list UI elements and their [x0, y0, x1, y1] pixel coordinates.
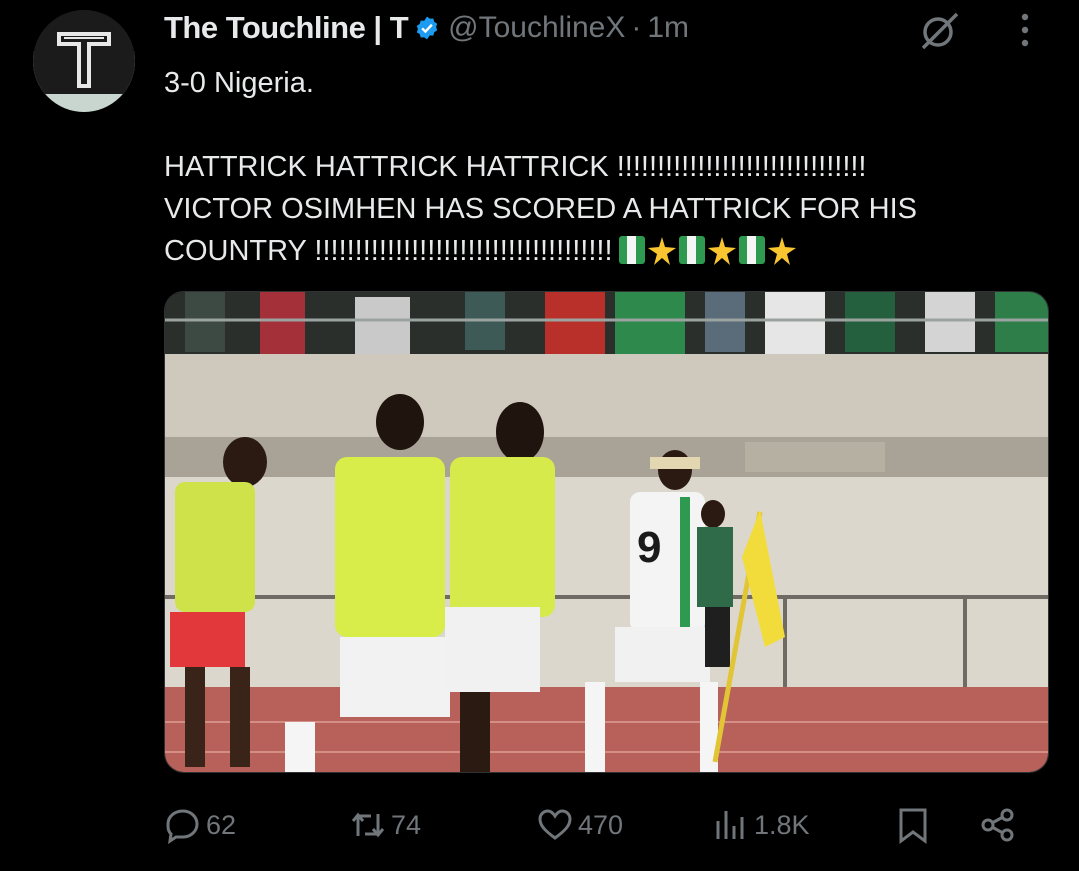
player-jersey-number: 9: [637, 523, 661, 572]
action-bar: 62 74 470 1.8K: [164, 800, 1044, 850]
tweet-line-country: COUNTRY !!!!!!!!!!!!!!!!!!!!!!!!!!!!!!!!…: [164, 235, 613, 267]
reply-button[interactable]: 62: [164, 800, 236, 850]
repost-button[interactable]: 74: [349, 800, 421, 850]
views-button[interactable]: 1.8K: [712, 800, 810, 850]
reply-icon: [166, 809, 199, 844]
match-photo: 9: [165, 292, 1048, 772]
tweet-line-hattrick: HATTRICK HATTRICK HATTRICK !!!!!!!!!!!!!…: [164, 151, 867, 183]
nigeria-flag-icon: [738, 236, 765, 264]
view-count: 1.8K: [754, 809, 810, 840]
emoji-row: [618, 236, 797, 266]
repost-count: 74: [391, 809, 422, 840]
like-count: 470: [578, 809, 624, 840]
repost-icon: [351, 812, 385, 838]
more-options-icon[interactable]: [1010, 10, 1040, 50]
verified-badge-icon[interactable]: [414, 15, 440, 41]
like-button[interactable]: 470: [536, 800, 623, 850]
tweet-timestamp[interactable]: 1m: [647, 11, 689, 45]
share-icon: [981, 808, 1014, 842]
separator-dot: ·: [631, 11, 642, 44]
nigeria-flag-icon: [618, 236, 645, 264]
bookmark-icon: [899, 808, 927, 844]
glowing-star-icon: [647, 237, 676, 265]
glowing-star-icon: [707, 237, 736, 265]
author-name[interactable]: The Touchline | T: [164, 10, 409, 46]
tweet-line-score: 3-0 Nigeria.: [164, 67, 314, 99]
author-handle[interactable]: @TouchlineX: [448, 11, 625, 45]
touchline-logo-icon: [33, 10, 135, 94]
grok-icon[interactable]: [915, 6, 963, 54]
tweet-header: The Touchline | T @TouchlineX · 1m: [164, 8, 689, 48]
tweet-line-osimhen: VICTOR OSIMHEN HAS SCORED A HATTRICK FOR…: [164, 193, 918, 225]
bookmark-button[interactable]: [894, 800, 932, 850]
share-button[interactable]: [979, 800, 1017, 850]
heart-icon: [538, 809, 572, 840]
avatar[interactable]: [33, 10, 135, 112]
reply-count: 62: [206, 809, 237, 840]
tweet-text: 3-0 Nigeria. HATTRICK HATTRICK HATTRICK …: [164, 62, 1044, 272]
tweet-media[interactable]: 9: [164, 291, 1049, 773]
nigeria-flag-icon: [678, 236, 705, 264]
views-chart-icon: [716, 811, 744, 839]
glowing-star-icon: [767, 237, 796, 265]
